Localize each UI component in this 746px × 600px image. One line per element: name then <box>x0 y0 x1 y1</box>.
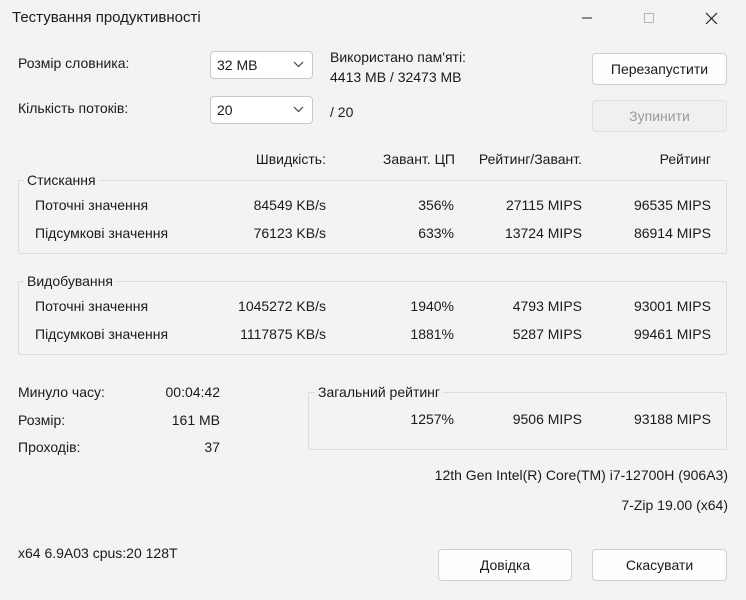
decompression-group <box>18 281 727 355</box>
cancel-button[interactable]: Скасувати <box>592 549 727 581</box>
maximize-icon <box>644 13 654 23</box>
column-rating-per-load: Рейтинг/Завант. <box>478 151 582 167</box>
dictionary-size-value: 32 MB <box>217 57 258 73</box>
minimize-button[interactable] <box>564 0 610 36</box>
decompression-total-label: Підсумкові значення <box>35 326 169 342</box>
compression-title: Стискання <box>24 172 99 188</box>
stop-button[interactable]: Зупинити <box>592 100 727 132</box>
decompression-current-rpu: 4793 MIPS <box>512 298 582 314</box>
decompression-current-speed: 1045272 KB/s <box>238 298 326 314</box>
threads-select[interactable]: 20 <box>210 96 313 124</box>
maximize-button[interactable] <box>626 0 672 36</box>
overall-rating: 93188 MIPS <box>633 411 711 427</box>
threads-value: 20 <box>217 102 233 118</box>
cpu-name: 12th Gen Intel(R) Core(TM) i7-12700H (90… <box>434 467 728 483</box>
decompression-current-cpu: 1940% <box>410 298 454 314</box>
elapsed-value: 00:04:42 <box>165 384 221 400</box>
elapsed-label: Минуло часу: <box>18 384 105 400</box>
compression-group <box>18 180 727 254</box>
column-rating: Рейтинг <box>659 151 711 167</box>
dictionary-size-label: Розмір словника: <box>18 55 130 71</box>
chevron-down-icon <box>293 61 304 68</box>
decompression-title: Видобування <box>24 273 116 289</box>
compression-total-rpu: 13724 MIPS <box>504 225 582 241</box>
compression-total-rating: 86914 MIPS <box>633 225 711 241</box>
compression-total-label: Підсумкові значення <box>35 225 169 241</box>
threads-label: Кількість потоків: <box>18 100 129 116</box>
help-button[interactable]: Довідка <box>438 549 572 581</box>
decompression-total-rating: 99461 MIPS <box>633 326 711 342</box>
memory-used-value: 4413 MB / 32473 MB <box>330 69 462 85</box>
passes-value: 37 <box>204 439 220 455</box>
overall-cpu: 1257% <box>410 411 454 427</box>
minimize-icon <box>582 17 592 19</box>
compression-current-speed: 84549 KB/s <box>253 197 326 213</box>
restart-button[interactable]: Перезапустити <box>592 53 727 85</box>
memory-used-label: Використано пам'яті: <box>330 49 466 65</box>
size-label: Розмір: <box>18 412 66 428</box>
overall-rpu: 9506 MIPS <box>512 411 582 427</box>
column-speed: Швидкість: <box>255 151 326 167</box>
decompression-current-rating: 93001 MIPS <box>633 298 711 314</box>
compression-total-speed: 76123 KB/s <box>253 225 326 241</box>
app-version: 7-Zip 19.00 (x64) <box>621 497 728 513</box>
dictionary-size-select[interactable]: 32 MB <box>210 51 313 79</box>
threads-total: / 20 <box>330 104 354 120</box>
compression-current-rating: 96535 MIPS <box>633 197 711 213</box>
decompression-total-cpu: 1881% <box>410 326 454 342</box>
chevron-down-icon <box>293 106 304 113</box>
column-cpu-load: Завант. ЦП <box>382 151 455 167</box>
decompression-current-label: Поточні значення <box>35 298 149 314</box>
close-icon <box>705 12 717 24</box>
close-button[interactable] <box>688 0 734 36</box>
compression-current-rpu: 27115 MIPS <box>505 197 582 213</box>
compression-total-cpu: 633% <box>418 225 454 241</box>
size-value: 161 MB <box>171 412 220 428</box>
build-info: x64 6.9A03 cpus:20 128T <box>18 545 178 561</box>
overall-rating-title: Загальний рейтинг <box>315 384 444 400</box>
compression-current-cpu: 356% <box>418 197 454 213</box>
decompression-total-rpu: 5287 MIPS <box>512 326 582 342</box>
window-title: Тестування продуктивності <box>12 9 201 26</box>
compression-current-label: Поточні значення <box>35 197 149 213</box>
title-bar: Тестування продуктивності <box>0 0 746 36</box>
passes-label: Проходів: <box>18 439 81 455</box>
decompression-total-speed: 1117875 KB/s <box>240 326 326 342</box>
